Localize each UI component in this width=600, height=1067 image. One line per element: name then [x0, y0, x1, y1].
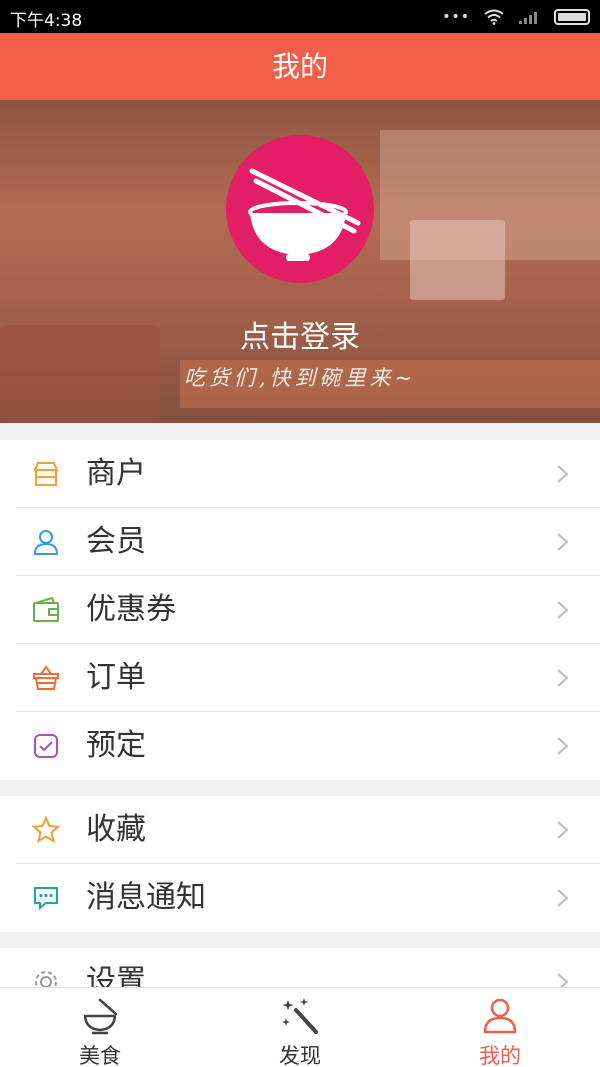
page-title-bar: 我的 [0, 33, 600, 100]
menu-item-member[interactable]: 会员 [0, 508, 600, 576]
profile-slogan: 吃货们,快到碗里来~ [183, 366, 417, 390]
avatar[interactable] [226, 135, 374, 283]
chevron-right-icon [557, 465, 569, 483]
page-title: 我的 [271, 50, 328, 83]
calendar-check-icon [34, 734, 58, 758]
magic-wand-icon [282, 998, 318, 1034]
tab-mine[interactable]: 我的 [400, 988, 600, 1067]
user-icon [33, 530, 59, 555]
basket-icon [33, 665, 59, 690]
menu-item-label: 会员 [86, 524, 146, 559]
status-icons: ••• [442, 7, 590, 27]
chevron-right-icon [557, 601, 569, 619]
person-icon [483, 998, 517, 1034]
chevron-right-icon [557, 533, 569, 551]
shop-icon [33, 462, 59, 486]
more-dots-icon: ••• [442, 9, 470, 25]
tab-label: 美食 [79, 1044, 121, 1067]
menu-item-shop[interactable]: 商户 [0, 440, 600, 508]
chevron-right-icon [557, 669, 569, 687]
tab-label: 发现 [279, 1044, 321, 1067]
chevron-right-icon [557, 889, 569, 907]
tab-discover[interactable]: 发现 [200, 988, 400, 1067]
signal-icon [519, 12, 537, 24]
menu-item-favorites[interactable]: 收藏 [0, 796, 600, 864]
bowl-chopsticks-icon [248, 168, 361, 261]
menu-item-label: 优惠券 [86, 592, 176, 627]
menu-group-account: 商户 会员 优惠券 订单 预定 [0, 440, 600, 780]
menu-item-label: 收藏 [86, 812, 146, 847]
wifi-icon [484, 9, 504, 25]
battery-icon [554, 9, 590, 25]
wallet-icon [33, 596, 59, 622]
tab-label: 我的 [479, 1044, 521, 1067]
status-bar: 下午4:38 ••• [0, 0, 600, 33]
menu-item-reservation[interactable]: 预定 [0, 712, 600, 780]
menu-group-activity: 收藏 消息通知 [0, 796, 600, 932]
menu-item-coupon[interactable]: 优惠券 [0, 576, 600, 644]
login-button[interactable]: 点击登录 [0, 312, 600, 356]
tab-food[interactable]: 美食 [0, 988, 200, 1067]
chevron-right-icon [557, 821, 569, 839]
message-icon [34, 887, 58, 911]
chevron-right-icon [557, 737, 569, 755]
menu-item-label: 订单 [86, 660, 146, 695]
star-icon [32, 816, 60, 844]
bottom-tab-bar: 美食 发现 我的 [0, 987, 600, 1067]
menu-item-order[interactable]: 订单 [0, 644, 600, 712]
menu-item-label: 商户 [86, 456, 146, 491]
bowl-icon [83, 998, 118, 1035]
menu-item-label: 预定 [86, 728, 146, 763]
menu-item-label: 消息通知 [86, 880, 206, 915]
status-time: 下午4:38 [10, 11, 83, 31]
menu-item-notifications[interactable]: 消息通知 [0, 864, 600, 932]
